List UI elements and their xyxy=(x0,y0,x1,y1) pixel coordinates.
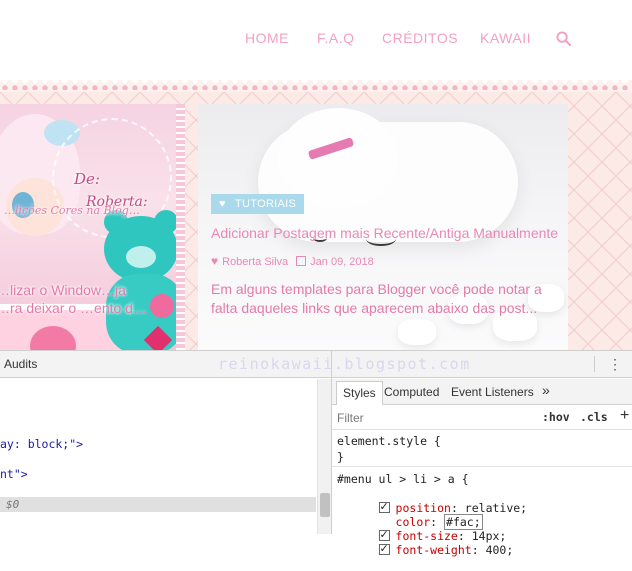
rule-selector[interactable]: #menu ul > li > a { xyxy=(337,472,469,486)
dom-code-line[interactable]: nt"> xyxy=(0,467,28,481)
property-checkbox[interactable] xyxy=(378,542,390,555)
rule-divider xyxy=(332,466,632,467)
hov-toggle[interactable]: :hov xyxy=(542,410,570,424)
top-nav: HOME F.A.Q CRÉDITOS KAWAII xyxy=(0,0,632,80)
tab-event-listeners[interactable]: Event Listeners xyxy=(451,385,534,399)
site-watermark: reinokawaii.blogspot.com xyxy=(218,355,471,373)
css-property-row[interactable]: font-weight: 400; xyxy=(337,529,513,571)
tab-computed[interactable]: Computed xyxy=(384,385,439,399)
post-excerpt: Em alguns templates para Blogger você po… xyxy=(211,281,542,316)
post-title[interactable]: Adicionar Postagem mais Recente/Antiga M… xyxy=(211,225,561,241)
search-icon[interactable] xyxy=(556,31,571,46)
styles-filter-bar: Filter :hov .cls + xyxy=(332,406,632,430)
more-tabs-icon[interactable]: » xyxy=(542,382,550,398)
post-image-text: …lições Cores na Blog… xyxy=(4,204,140,217)
calendar-icon xyxy=(296,256,307,266)
toolbar-separator xyxy=(594,356,595,372)
post-author[interactable]: Roberta Silva xyxy=(222,256,288,268)
nav-home[interactable]: HOME xyxy=(245,30,289,46)
nav-faq[interactable]: F.A.Q xyxy=(317,30,355,46)
heart-icon: ♥ xyxy=(211,254,219,268)
rose-decoration xyxy=(150,294,174,318)
dom-code-line[interactable]: ay: block;"> xyxy=(0,437,83,451)
bear-snout xyxy=(126,246,156,268)
category-badge[interactable]: ♥ TUTORIAIS xyxy=(211,194,305,214)
post-image-text: De: xyxy=(74,170,100,188)
post-title-line[interactable]: …ra deixar o …ento d… xyxy=(0,300,147,316)
category-label: TUTORIAIS xyxy=(235,198,297,210)
post-title-line[interactable]: …lizar o Window…ja xyxy=(0,282,126,298)
filter-input[interactable]: Filter xyxy=(337,411,364,425)
cloud-plush-image xyxy=(278,108,398,208)
lace-edge xyxy=(176,104,185,350)
nav-creditos[interactable]: CRÉDITOS xyxy=(382,30,458,46)
post-date: Jan 09, 2018 xyxy=(310,256,374,268)
new-rule-button[interactable]: + xyxy=(620,407,629,425)
featured-post-right[interactable]: ♥ TUTORIAIS Adicionar Postagem mais Rece… xyxy=(198,104,568,350)
rule-close-brace: } xyxy=(337,450,344,464)
cls-toggle[interactable]: .cls xyxy=(580,410,608,424)
tab-audits[interactable]: Audits xyxy=(4,357,37,371)
selected-node-marker: $0 xyxy=(6,498,20,511)
tab-styles[interactable]: Styles xyxy=(336,381,383,405)
more-options-icon[interactable]: ⋮ xyxy=(608,356,622,372)
post-meta: ♥ Roberta Silva Jan 09, 2018 xyxy=(211,254,374,268)
styles-subtabs: Styles Computed Event Listeners » xyxy=(332,379,632,405)
nav-kawaii[interactable]: KAWAII xyxy=(480,30,531,46)
marshmallow xyxy=(398,319,436,345)
styles-pane: ⋮ Styles Computed Event Listeners » Filt… xyxy=(331,351,632,557)
devtools-panel: Audits ay: block;"> nt"> $0 ⋮ Styles Com… xyxy=(0,350,632,557)
elements-scrollbar[interactable] xyxy=(317,379,331,534)
heart-icon: ♥ xyxy=(219,198,226,210)
elements-panel: Audits ay: block;"> nt"> $0 xyxy=(0,351,331,534)
selected-dom-node[interactable]: $0 xyxy=(0,497,316,512)
featured-post-left[interactable]: De: Roberta: …lições Cores na Blog… …liz… xyxy=(0,104,185,350)
featured-posts: De: Roberta: …lições Cores na Blog… …liz… xyxy=(0,92,632,350)
element-style-rule[interactable]: element.style { xyxy=(337,434,441,448)
scrollbar-thumb[interactable] xyxy=(320,493,330,517)
